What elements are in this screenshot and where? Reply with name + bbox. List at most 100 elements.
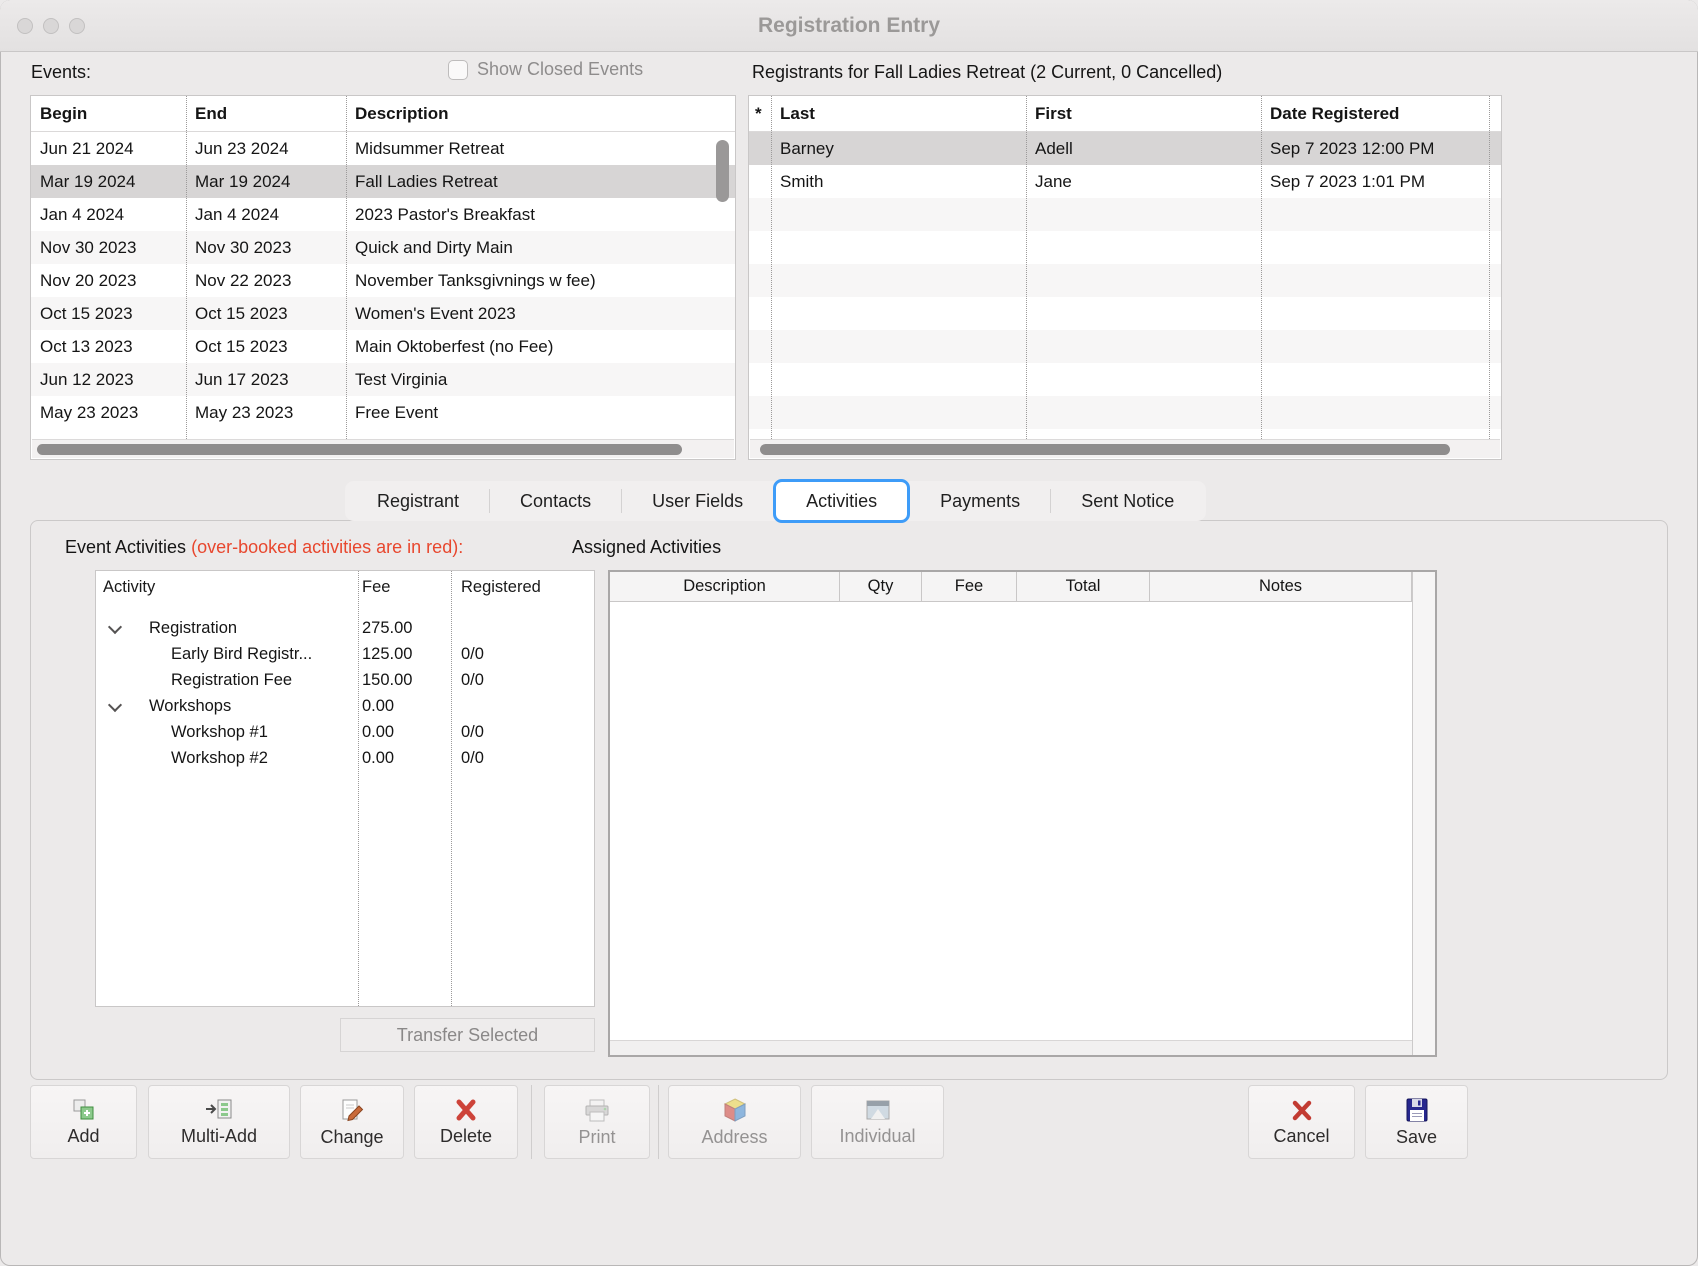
- tab-registrant[interactable]: Registrant: [347, 481, 489, 521]
- event-row[interactable]: Nov 20 2023 Nov 22 2023 November Tanksgi…: [31, 264, 735, 297]
- close-window-button[interactable]: [17, 18, 33, 34]
- event-row[interactable]: May 23 2023 May 23 2023 Free Event: [31, 396, 735, 429]
- print-button[interactable]: Print: [544, 1085, 650, 1159]
- tree-row-group[interactable]: Workshops 0.00: [96, 694, 594, 720]
- assigned-col-notes[interactable]: Notes: [1150, 572, 1412, 601]
- event-end[interactable]: Jan 4 2024: [186, 198, 346, 231]
- event-begin[interactable]: Nov 20 2023: [31, 264, 186, 297]
- activity-name[interactable]: Workshop #1: [171, 723, 268, 742]
- tree-row-item[interactable]: Registration Fee 150.00 0/0: [96, 668, 594, 694]
- registrant-row[interactable]: Smith Jane Sep 7 2023 1:01 PM: [749, 165, 1501, 198]
- event-description[interactable]: Women's Event 2023: [346, 297, 735, 330]
- event-description[interactable]: Midsummer Retreat: [346, 132, 735, 165]
- disclosure-chevron-icon[interactable]: [108, 620, 122, 634]
- tab-contacts[interactable]: Contacts: [490, 481, 621, 521]
- registrants-horizontal-scrollbar-thumb[interactable]: [760, 444, 1450, 455]
- event-description[interactable]: November Tanksgivnings w fee): [346, 264, 735, 297]
- event-description[interactable]: Free Event: [346, 396, 735, 429]
- assigned-col-fee[interactable]: Fee: [922, 572, 1017, 601]
- registrant-last[interactable]: Barney: [771, 132, 1026, 165]
- tree-col-fee[interactable]: Fee: [362, 578, 390, 597]
- event-begin[interactable]: Jan 4 2024: [31, 198, 186, 231]
- address-button[interactable]: Address: [668, 1085, 801, 1159]
- event-begin[interactable]: Jun 21 2024: [31, 132, 186, 165]
- event-row[interactable]: Jun 12 2023 Jun 17 2023 Test Virginia: [31, 363, 735, 396]
- events-horizontal-scrollbar-track[interactable]: [32, 439, 734, 458]
- registrant-date[interactable]: Sep 7 2023 1:01 PM: [1261, 165, 1501, 198]
- event-end[interactable]: Jun 17 2023: [186, 363, 346, 396]
- registrant-empty-row[interactable]: [749, 198, 1501, 231]
- tab-activities[interactable]: Activities: [773, 479, 910, 523]
- save-button[interactable]: Save: [1365, 1085, 1468, 1159]
- event-begin[interactable]: Mar 19 2024: [31, 165, 186, 198]
- event-end[interactable]: Nov 22 2023: [186, 264, 346, 297]
- registrants-col-date[interactable]: Date Registered: [1261, 96, 1501, 131]
- event-description[interactable]: Fall Ladies Retreat: [346, 165, 735, 198]
- activity-name[interactable]: Registration Fee: [171, 671, 292, 690]
- events-col-description[interactable]: Description: [346, 96, 735, 131]
- registrant-last[interactable]: Smith: [771, 165, 1026, 198]
- minimize-window-button[interactable]: [43, 18, 59, 34]
- event-begin[interactable]: Oct 13 2023: [31, 330, 186, 363]
- event-end[interactable]: Mar 19 2024: [186, 165, 346, 198]
- registrant-empty-row[interactable]: [749, 330, 1501, 363]
- assigned-horizontal-scrollbar-track[interactable]: [610, 1040, 1412, 1055]
- registrant-first[interactable]: Adell: [1026, 132, 1261, 165]
- event-begin[interactable]: Oct 15 2023: [31, 297, 186, 330]
- event-end[interactable]: Oct 15 2023: [186, 330, 346, 363]
- event-end[interactable]: May 23 2023: [186, 396, 346, 429]
- registrant-first[interactable]: Jane: [1026, 165, 1261, 198]
- checkbox-box-icon[interactable]: [448, 60, 468, 80]
- events-col-end[interactable]: End: [186, 96, 346, 131]
- activity-name[interactable]: Early Bird Registr...: [171, 645, 312, 664]
- registrant-empty-row[interactable]: [749, 297, 1501, 330]
- event-row[interactable]: Jun 21 2024 Jun 23 2024 Midsummer Retrea…: [31, 132, 735, 165]
- assigned-col-description[interactable]: Description: [610, 572, 840, 601]
- add-button[interactable]: Add: [30, 1085, 137, 1159]
- registrant-empty-row[interactable]: [749, 396, 1501, 429]
- tree-row-group[interactable]: Registration 275.00: [96, 616, 594, 642]
- event-row[interactable]: Oct 13 2023 Oct 15 2023 Main Oktoberfest…: [31, 330, 735, 363]
- event-row[interactable]: Jan 4 2024 Jan 4 2024 2023 Pastor's Brea…: [31, 198, 735, 231]
- tab-payments[interactable]: Payments: [910, 481, 1050, 521]
- event-end[interactable]: Oct 15 2023: [186, 297, 346, 330]
- registrant-row-selected[interactable]: Barney Adell Sep 7 2023 12:00 PM: [749, 132, 1501, 165]
- tree-row-item[interactable]: Workshop #2 0.00 0/0: [96, 746, 594, 772]
- event-description[interactable]: Quick and Dirty Main: [346, 231, 735, 264]
- tree-row-item[interactable]: Workshop #1 0.00 0/0: [96, 720, 594, 746]
- cancel-button[interactable]: Cancel: [1248, 1085, 1355, 1159]
- show-closed-events-checkbox[interactable]: Show Closed Events: [448, 59, 643, 80]
- disclosure-chevron-icon[interactable]: [108, 698, 122, 712]
- event-description[interactable]: 2023 Pastor's Breakfast: [346, 198, 735, 231]
- event-row-selected[interactable]: Mar 19 2024 Mar 19 2024 Fall Ladies Retr…: [31, 165, 735, 198]
- zoom-window-button[interactable]: [69, 18, 85, 34]
- event-description[interactable]: Main Oktoberfest (no Fee): [346, 330, 735, 363]
- registrant-empty-row[interactable]: [749, 231, 1501, 264]
- change-button[interactable]: Change: [300, 1085, 404, 1159]
- event-begin[interactable]: May 23 2023: [31, 396, 186, 429]
- event-row[interactable]: Oct 15 2023 Oct 15 2023 Women's Event 20…: [31, 297, 735, 330]
- activity-name[interactable]: Workshop #2: [171, 749, 268, 768]
- event-begin[interactable]: Nov 30 2023: [31, 231, 186, 264]
- event-row[interactable]: Nov 30 2023 Nov 30 2023 Quick and Dirty …: [31, 231, 735, 264]
- tree-row-item[interactable]: Early Bird Registr... 125.00 0/0: [96, 642, 594, 668]
- event-end[interactable]: Nov 30 2023: [186, 231, 346, 264]
- registrant-empty-row[interactable]: [749, 264, 1501, 297]
- registrants-col-last[interactable]: Last: [771, 96, 1026, 131]
- tab-user-fields[interactable]: User Fields: [622, 481, 773, 521]
- event-end[interactable]: Jun 23 2024: [186, 132, 346, 165]
- registrant-date[interactable]: Sep 7 2023 12:00 PM: [1261, 132, 1501, 165]
- tree-col-activity[interactable]: Activity: [103, 578, 155, 597]
- assigned-col-total[interactable]: Total: [1017, 572, 1150, 601]
- events-horizontal-scrollbar-thumb[interactable]: [37, 444, 682, 455]
- registrants-col-first[interactable]: First: [1026, 96, 1261, 131]
- multi-add-button[interactable]: Multi-Add: [148, 1085, 290, 1159]
- registrant-flag[interactable]: [749, 165, 771, 198]
- assigned-vertical-scrollbar-track[interactable]: [1412, 572, 1435, 1055]
- activity-name[interactable]: Registration: [149, 619, 237, 638]
- individual-button[interactable]: Individual: [811, 1085, 944, 1159]
- event-description[interactable]: Test Virginia: [346, 363, 735, 396]
- events-col-begin[interactable]: Begin: [31, 96, 186, 131]
- registrant-empty-row[interactable]: [749, 363, 1501, 396]
- events-vertical-scrollbar[interactable]: [716, 140, 729, 202]
